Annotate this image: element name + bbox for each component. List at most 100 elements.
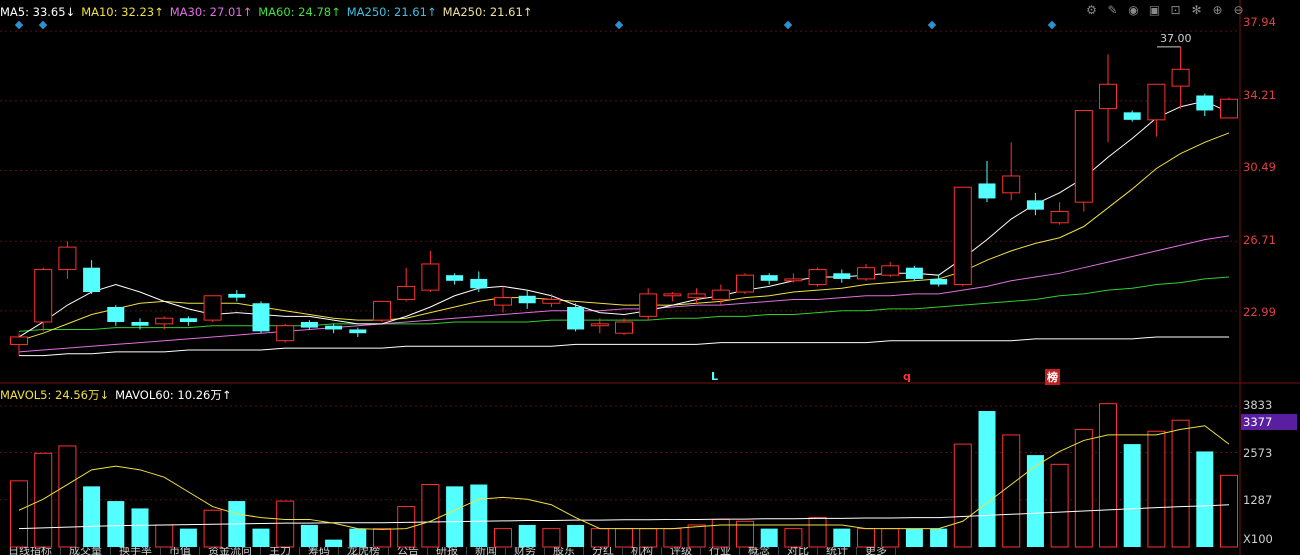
bottom-tab-4[interactable]: 资金流向 bbox=[200, 547, 261, 555]
candle-body bbox=[1002, 175, 1021, 194]
candle-body bbox=[639, 293, 658, 317]
bottom-tab-15[interactable]: 评级 bbox=[662, 547, 701, 555]
volume-bar bbox=[639, 528, 658, 548]
candle-body bbox=[421, 263, 440, 291]
pen-icon[interactable]: ✎ bbox=[1105, 3, 1120, 18]
event-diamond bbox=[927, 20, 937, 30]
gear-icon[interactable]: ⚙ bbox=[1084, 3, 1099, 18]
volume-bar bbox=[325, 539, 343, 547]
volume-bar bbox=[1147, 430, 1166, 548]
bottom-tab-10[interactable]: 新闻 bbox=[467, 547, 506, 555]
marker-bang[interactable]: 榜 bbox=[1045, 369, 1060, 385]
bottom-tab-1[interactable]: 成交量 bbox=[61, 547, 111, 555]
candle-body bbox=[953, 186, 972, 286]
high-price-label: 37.00 bbox=[1160, 32, 1192, 45]
eye-icon[interactable]: ◉ bbox=[1126, 3, 1141, 18]
ma-legend-item-5: MA250: 21.61↑ bbox=[442, 5, 533, 19]
candle-body bbox=[760, 275, 778, 281]
volume-bar bbox=[203, 509, 222, 548]
volume-bar bbox=[300, 524, 318, 547]
settings-icon[interactable]: ✻ bbox=[1189, 3, 1204, 18]
volume-bar bbox=[1220, 474, 1238, 548]
volume-bar bbox=[930, 528, 948, 547]
candle-body bbox=[978, 183, 996, 199]
candle-body bbox=[155, 317, 174, 325]
volume-bar bbox=[10, 480, 28, 548]
bottom-tab-8[interactable]: 公告 bbox=[389, 547, 428, 555]
candle-body bbox=[10, 336, 28, 345]
bottom-tab-20[interactable]: 更多 bbox=[857, 547, 896, 555]
lock-icon[interactable]: ⊡ bbox=[1168, 3, 1183, 18]
candle-body bbox=[881, 265, 900, 276]
volume-bar bbox=[905, 528, 923, 547]
event-diamond bbox=[14, 20, 24, 30]
zoom-out-icon[interactable]: ⊖ bbox=[1231, 3, 1246, 18]
bottom-tab-16[interactable]: 行业 bbox=[701, 547, 740, 555]
candle-body bbox=[131, 321, 149, 326]
marker-l[interactable]: L bbox=[711, 370, 718, 383]
candle-body bbox=[494, 297, 512, 306]
bottom-tab-12[interactable]: 股东 bbox=[545, 547, 584, 555]
volume-bar bbox=[494, 528, 512, 548]
bottom-tab-19[interactable]: 统计 bbox=[818, 547, 857, 555]
event-diamond bbox=[614, 20, 624, 30]
bottom-tab-17[interactable]: 概念 bbox=[740, 547, 779, 555]
bottom-tab-18[interactable]: 对比 bbox=[779, 547, 818, 555]
marker-q[interactable]: q bbox=[903, 370, 911, 383]
current-vol-badge: 3377 bbox=[1241, 414, 1297, 430]
candle-body bbox=[397, 285, 416, 301]
vol-axis-label: 1287 bbox=[1243, 493, 1273, 507]
ma-legend-item-1: MA10: 32.23↑ bbox=[81, 5, 164, 19]
volume-bar bbox=[107, 501, 125, 547]
candle-body bbox=[1074, 109, 1093, 203]
bottom-tab-11[interactable]: 财务 bbox=[506, 547, 545, 555]
candle-body bbox=[349, 329, 367, 334]
price-axis-label: 34.21 bbox=[1243, 88, 1276, 102]
candle-body bbox=[1050, 211, 1069, 224]
volume-bar bbox=[34, 452, 53, 548]
candle-body bbox=[470, 278, 488, 289]
candle-body bbox=[34, 269, 53, 323]
candle-body bbox=[83, 267, 101, 293]
candle-body bbox=[833, 273, 851, 279]
volume-bar bbox=[808, 517, 827, 548]
mavol60-line bbox=[18, 504, 1230, 530]
volume-bar bbox=[833, 528, 851, 547]
box-icon[interactable]: ▣ bbox=[1147, 3, 1162, 18]
candle-body bbox=[808, 269, 827, 286]
volume-bar bbox=[590, 528, 609, 548]
price-axis-label: 37.94 bbox=[1243, 15, 1276, 29]
volume-bar bbox=[857, 528, 875, 548]
candle-body bbox=[687, 293, 706, 299]
price-axis-label: 30.49 bbox=[1243, 160, 1276, 174]
bottom-tab-7[interactable]: 龙虎榜 bbox=[339, 547, 389, 555]
candle-body bbox=[1099, 83, 1117, 110]
vol-axis-label: 2573 bbox=[1243, 446, 1273, 460]
bottom-tab-13[interactable]: 分红 bbox=[584, 547, 623, 555]
bottom-tab-3[interactable]: 市值 bbox=[161, 547, 200, 555]
volume-bar bbox=[421, 484, 440, 548]
candle-body bbox=[542, 299, 561, 304]
bottom-tab-0[interactable]: 日线指标 bbox=[0, 547, 61, 555]
zoom-in-icon[interactable]: ⊕ bbox=[1210, 3, 1225, 18]
candle-body bbox=[276, 325, 295, 342]
bottom-tab-14[interactable]: 机构 bbox=[623, 547, 662, 555]
candle-body bbox=[373, 300, 391, 321]
candle-body bbox=[1026, 200, 1044, 210]
volume-bar bbox=[83, 486, 101, 547]
bottom-tab-2[interactable]: 换手率 bbox=[111, 547, 161, 555]
mavol5-line bbox=[18, 425, 1230, 530]
bottom-tab-9[interactable]: 研报 bbox=[428, 547, 467, 555]
candle-body bbox=[1196, 95, 1214, 111]
candle-body bbox=[1171, 68, 1190, 87]
volume-bar bbox=[131, 508, 149, 547]
bottom-tab-6[interactable]: 筹码 bbox=[300, 547, 339, 555]
volume-bar bbox=[252, 528, 270, 547]
ma10-line bbox=[18, 132, 1230, 342]
volume-bar bbox=[446, 486, 464, 547]
bottom-tab-5[interactable]: 主力 bbox=[261, 547, 300, 555]
stock-chart[interactable] bbox=[0, 0, 1300, 555]
price-axis-label: 22.99 bbox=[1243, 305, 1276, 319]
vol-axis-unit: X100 bbox=[1243, 532, 1273, 546]
volume-bar bbox=[58, 445, 77, 548]
